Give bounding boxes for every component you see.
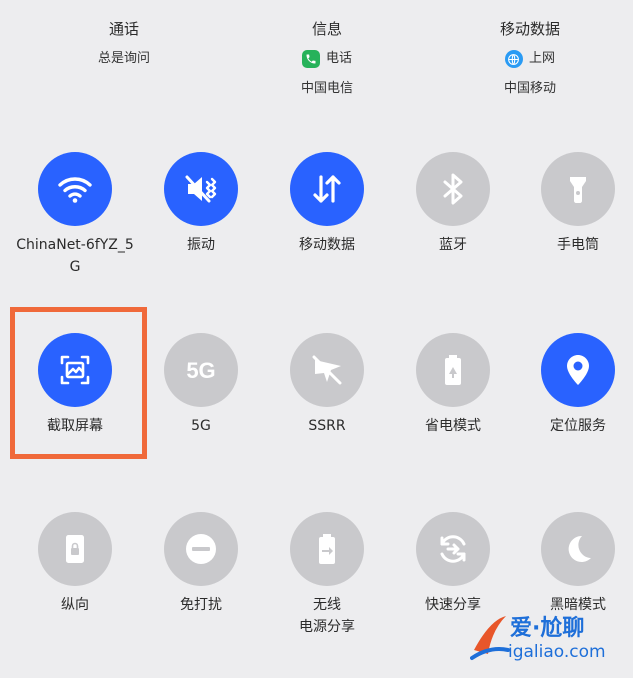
tile-wifi[interactable]: ChinaNet-6fYZ_5G	[15, 152, 135, 278]
sim-sms-preference[interactable]: 信息 电话 中国电信	[247, 14, 407, 104]
watermark: 爱·尬聊 igaliao.com	[468, 606, 628, 672]
dark-mode-icon[interactable]	[541, 512, 615, 586]
data-title: 移动数据	[499, 20, 560, 38]
tile-label: 省电模式	[425, 418, 481, 434]
wifi-icon[interactable]	[38, 152, 112, 226]
bluetooth-icon[interactable]	[416, 152, 490, 226]
tile-label: ChinaNet-6fYZ_5G	[16, 237, 134, 275]
sms-carrier: 中国电信	[300, 81, 353, 96]
tile-label: 移动数据	[299, 237, 355, 253]
sms-title: 信息	[311, 20, 342, 38]
battery-saver-icon[interactable]	[416, 333, 490, 407]
highlight-frame	[10, 307, 147, 459]
wireless-power-share-icon[interactable]	[290, 512, 364, 586]
tile-label: 蓝牙	[439, 237, 467, 253]
do-not-disturb-icon[interactable]	[164, 512, 238, 586]
tile-quick-share[interactable]: 快速分享	[393, 512, 513, 616]
ssrr-icon[interactable]	[290, 333, 364, 407]
flashlight-icon[interactable]	[541, 152, 615, 226]
sim-data-preference[interactable]: 移动数据 上网 中国移动	[450, 14, 610, 104]
tile-vibrate[interactable]: 振动	[141, 152, 261, 256]
tile-portrait-lock[interactable]: 纵向	[15, 512, 135, 616]
svg-text:5G: 5G	[186, 358, 215, 383]
quick-share-icon[interactable]	[416, 512, 490, 586]
tile-flashlight[interactable]: 手电筒	[518, 152, 633, 256]
watermark-title: 爱·尬聊	[510, 616, 585, 641]
data-value: 上网	[528, 51, 555, 66]
portrait-lock-icon[interactable]	[38, 512, 112, 586]
tile-bluetooth[interactable]: 蓝牙	[393, 152, 513, 256]
tile-label: 免打扰	[180, 597, 222, 613]
calls-value: 总是询问	[97, 51, 150, 66]
tile-dark-mode[interactable]: 黑暗模式	[518, 512, 633, 616]
tile-wireless-power-share[interactable]: 无线 电源分享	[267, 512, 387, 638]
vibrate-icon[interactable]	[164, 152, 238, 226]
tile-label: 5G	[191, 418, 211, 434]
calls-title: 通话	[108, 20, 139, 38]
mobile-data-icon[interactable]	[290, 152, 364, 226]
tile-label: 定位服务	[550, 418, 606, 434]
tile-label: 纵向	[61, 597, 89, 613]
5g-icon[interactable]: 5G	[164, 333, 238, 407]
phone-icon	[301, 50, 320, 68]
tile-ssrr[interactable]: SSRR	[267, 333, 387, 437]
tile-label: SSRR	[308, 418, 346, 434]
tile-battery-saver[interactable]: 省电模式	[393, 333, 513, 437]
tile-mobile-data[interactable]: 移动数据	[267, 152, 387, 256]
watermark-logo-icon	[470, 616, 510, 660]
tile-label: 振动	[187, 237, 215, 253]
tile-label: 无线 电源分享	[299, 597, 355, 635]
tile-do-not-disturb[interactable]: 免打扰	[141, 512, 261, 616]
tile-5g[interactable]: 5G 5G	[141, 333, 261, 437]
sim-calls-preference[interactable]: 通话 总是询问	[44, 14, 204, 74]
globe-icon	[504, 50, 523, 68]
tile-label: 手电筒	[557, 237, 599, 253]
location-icon[interactable]	[541, 333, 615, 407]
sms-value: 电话	[325, 51, 352, 66]
tile-location[interactable]: 定位服务	[518, 333, 633, 437]
watermark-url: igaliao.com	[508, 642, 606, 662]
data-carrier: 中国移动	[503, 81, 556, 96]
